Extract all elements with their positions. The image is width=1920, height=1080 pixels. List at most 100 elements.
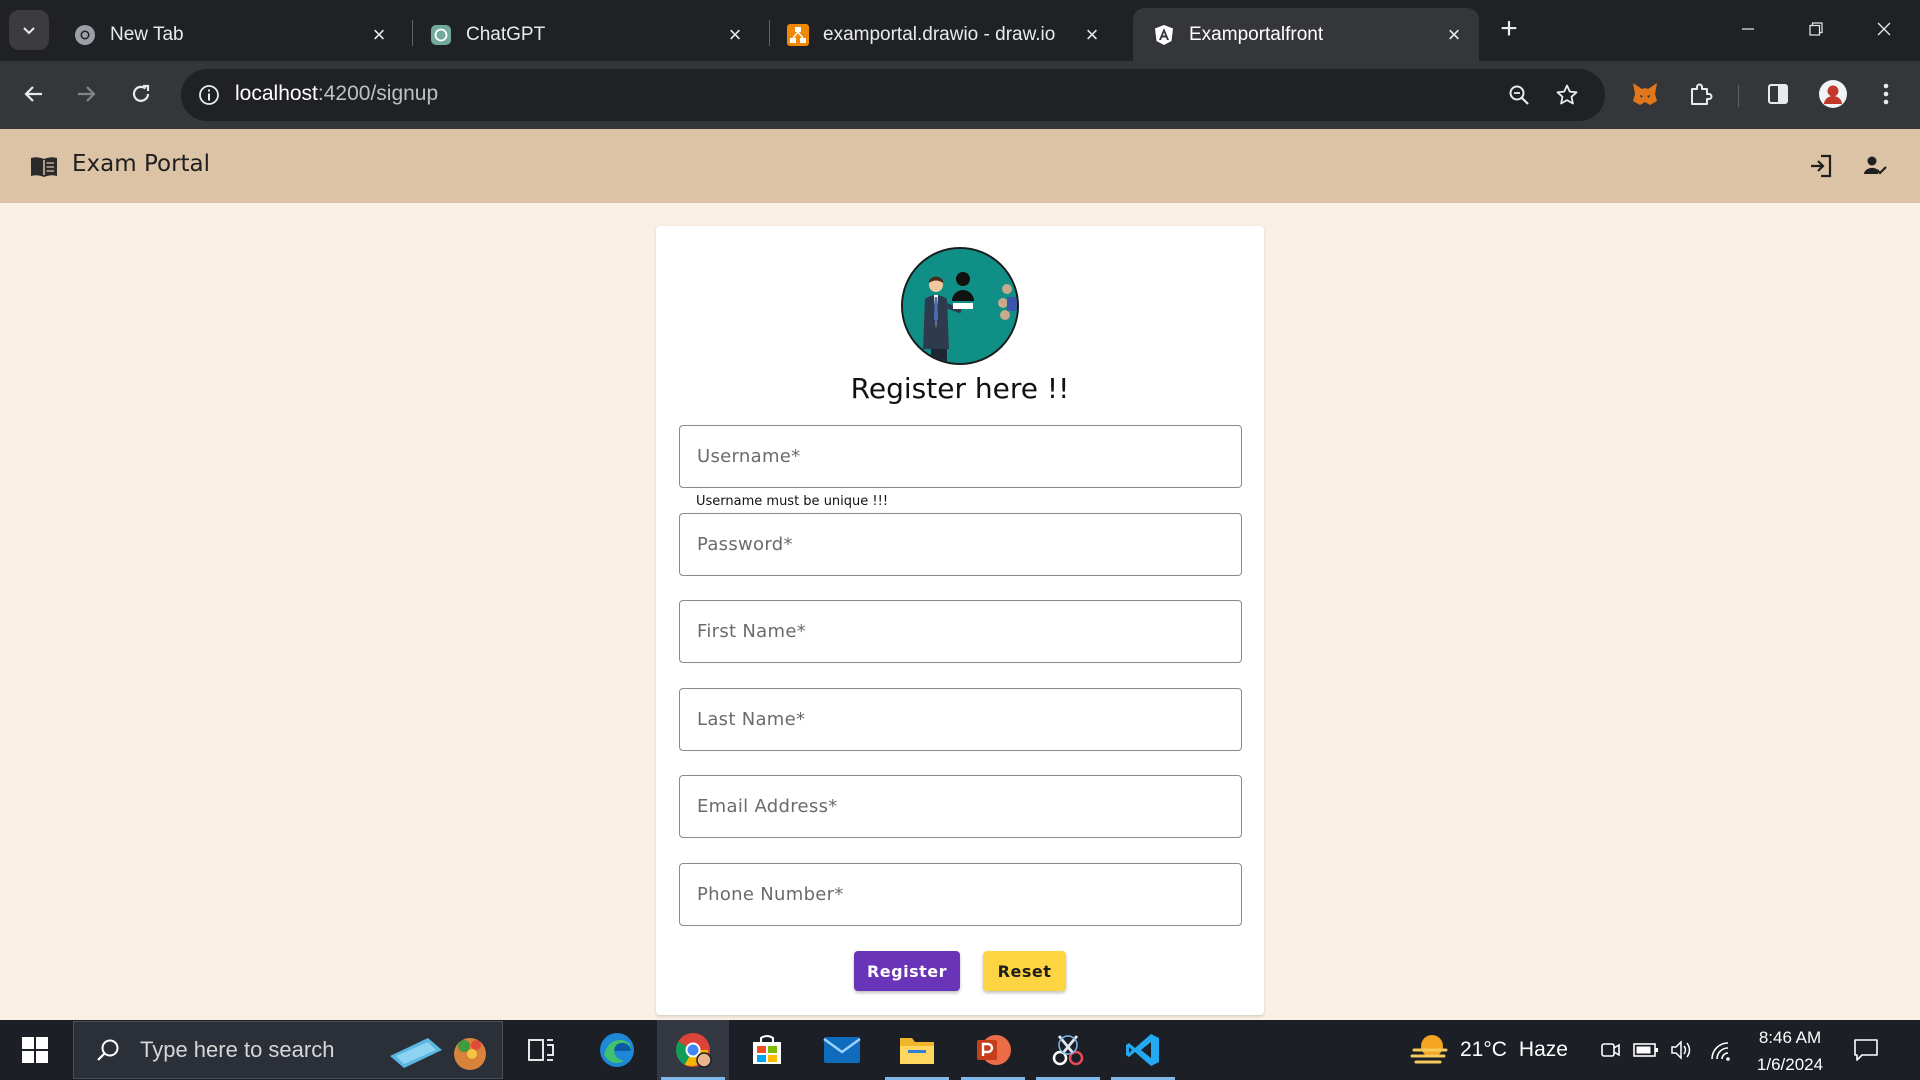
tab-chatgpt[interactable]: ChatGPT ×: [410, 8, 760, 61]
arrow-right-icon: [78, 86, 96, 102]
search-icon: [90, 1032, 126, 1068]
file-explorer-app[interactable]: [881, 1020, 953, 1080]
arrow-left-icon: [24, 86, 42, 102]
last-name-field[interactable]: [679, 688, 1242, 751]
microsoft-store-app[interactable]: [731, 1020, 803, 1080]
toolbar-divider: [1738, 85, 1739, 107]
email-input[interactable]: [680, 776, 1241, 837]
volume-icon[interactable]: [1668, 1036, 1696, 1064]
bookmark-star-icon[interactable]: [1551, 79, 1583, 111]
tab-drawio[interactable]: examportal.drawio - draw.io ×: [767, 8, 1117, 61]
powerpoint-icon: [977, 1035, 1011, 1065]
close-icon[interactable]: ×: [1077, 20, 1107, 50]
reload-button[interactable]: [119, 72, 163, 116]
username-input[interactable]: [680, 426, 1241, 487]
password-input[interactable]: [680, 514, 1241, 575]
site-info-icon[interactable]: [193, 79, 225, 111]
weather-description: Haze: [1518, 1038, 1568, 1061]
task-view-icon: [528, 1039, 554, 1061]
minimize-button[interactable]: [1718, 8, 1778, 50]
close-icon[interactable]: ×: [1439, 20, 1469, 50]
vscode-icon: [1126, 1034, 1159, 1066]
mail-app[interactable]: [806, 1020, 878, 1080]
username-field[interactable]: [679, 425, 1242, 488]
tab-title: ChatGPT: [466, 23, 546, 45]
username-hint: Username must be unique !!!: [696, 494, 889, 509]
taskbar-search[interactable]: Type here to search: [73, 1021, 503, 1079]
back-button[interactable]: [12, 72, 56, 116]
email-field[interactable]: [679, 775, 1242, 838]
battery-icon[interactable]: [1632, 1036, 1660, 1064]
extensions-puzzle-icon[interactable]: [1679, 73, 1721, 115]
restore-button[interactable]: [1786, 8, 1846, 50]
clock-time: 8:46 AM: [1758, 1028, 1822, 1047]
login-button[interactable]: [1803, 148, 1839, 184]
powerpoint-app[interactable]: [957, 1020, 1029, 1080]
chatgpt-icon: [430, 24, 452, 46]
first-name-input[interactable]: [680, 601, 1241, 662]
notification-center-button[interactable]: [1850, 1034, 1882, 1066]
metamask-icon[interactable]: [1624, 73, 1666, 115]
clock-date: 1/6/2024: [1756, 1055, 1824, 1074]
window-close-button[interactable]: [1854, 8, 1914, 50]
tab-title: Examportalfront: [1189, 23, 1324, 45]
store-icon: [753, 1035, 781, 1064]
restore-icon: [1809, 22, 1823, 36]
reset-button[interactable]: Reset: [983, 951, 1066, 991]
book-icon: [31, 157, 57, 177]
tab-examportalfront[interactable]: Examportalfront ×: [1133, 8, 1479, 61]
chrome-icon: [676, 1033, 712, 1068]
task-view-button[interactable]: [505, 1020, 577, 1080]
system-clock[interactable]: 8:46 AM 1/6/2024: [1748, 1024, 1832, 1078]
minimize-icon: [1742, 28, 1754, 30]
side-panel-icon[interactable]: [1757, 73, 1799, 115]
signup-card: Register here !! Username must be unique…: [656, 226, 1264, 1015]
wifi-icon[interactable]: [1706, 1036, 1734, 1064]
first-name-field[interactable]: [679, 600, 1242, 663]
register-submit-button[interactable]: Register: [854, 951, 960, 991]
browser-menu-icon[interactable]: [1865, 73, 1907, 115]
url-text: localhost:4200/signup: [235, 82, 439, 105]
weather-temperature: 21°C: [1460, 1038, 1507, 1061]
folder-icon: [900, 1038, 934, 1064]
chevron-down-icon: [23, 27, 35, 35]
signup-heading: Register here !!: [850, 372, 1070, 405]
tab-search-button[interactable]: [9, 10, 49, 50]
start-button[interactable]: [0, 1020, 70, 1080]
angular-icon: [1153, 24, 1175, 46]
profile-avatar[interactable]: [1812, 73, 1854, 115]
forward-button[interactable]: [64, 72, 108, 116]
drawio-icon: [787, 23, 809, 46]
browser-toolbar: localhost:4200/signup: [0, 61, 1920, 129]
register-icon: [1863, 156, 1887, 175]
chrome-app[interactable]: [657, 1020, 729, 1080]
edge-icon: [600, 1033, 634, 1067]
tab-title: examportal.drawio - draw.io: [823, 23, 1056, 45]
address-bar[interactable]: localhost:4200/signup: [181, 69, 1605, 121]
mail-icon: [823, 1037, 861, 1063]
phone-input[interactable]: [680, 864, 1241, 925]
close-icon[interactable]: ×: [720, 20, 750, 50]
meet-now-icon[interactable]: [1596, 1036, 1624, 1064]
phone-field[interactable]: [679, 863, 1242, 926]
app-header: Exam Portal: [0, 129, 1920, 203]
search-placeholder: Type here to search: [140, 1037, 335, 1062]
close-icon[interactable]: ×: [364, 20, 394, 50]
last-name-input[interactable]: [680, 689, 1241, 750]
password-field[interactable]: [679, 513, 1242, 576]
app-title[interactable]: Exam Portal: [72, 151, 210, 177]
chrome-icon: [74, 24, 96, 46]
tab-new-tab[interactable]: New Tab ×: [54, 8, 404, 61]
scissors-icon: [1052, 1035, 1084, 1066]
search-highlight-image: [390, 1038, 486, 1070]
new-tab-button[interactable]: +: [1492, 12, 1526, 46]
edge-app[interactable]: [581, 1020, 653, 1080]
snipping-tool-app[interactable]: [1032, 1020, 1104, 1080]
login-icon: [1811, 154, 1832, 178]
reload-icon: [132, 84, 150, 102]
weather-widget[interactable]: 21°C Haze: [1410, 1020, 1568, 1080]
register-button[interactable]: [1857, 148, 1893, 184]
notification-icon: [1854, 1039, 1878, 1061]
vscode-app[interactable]: [1107, 1020, 1179, 1080]
zoom-icon[interactable]: [1503, 79, 1535, 111]
